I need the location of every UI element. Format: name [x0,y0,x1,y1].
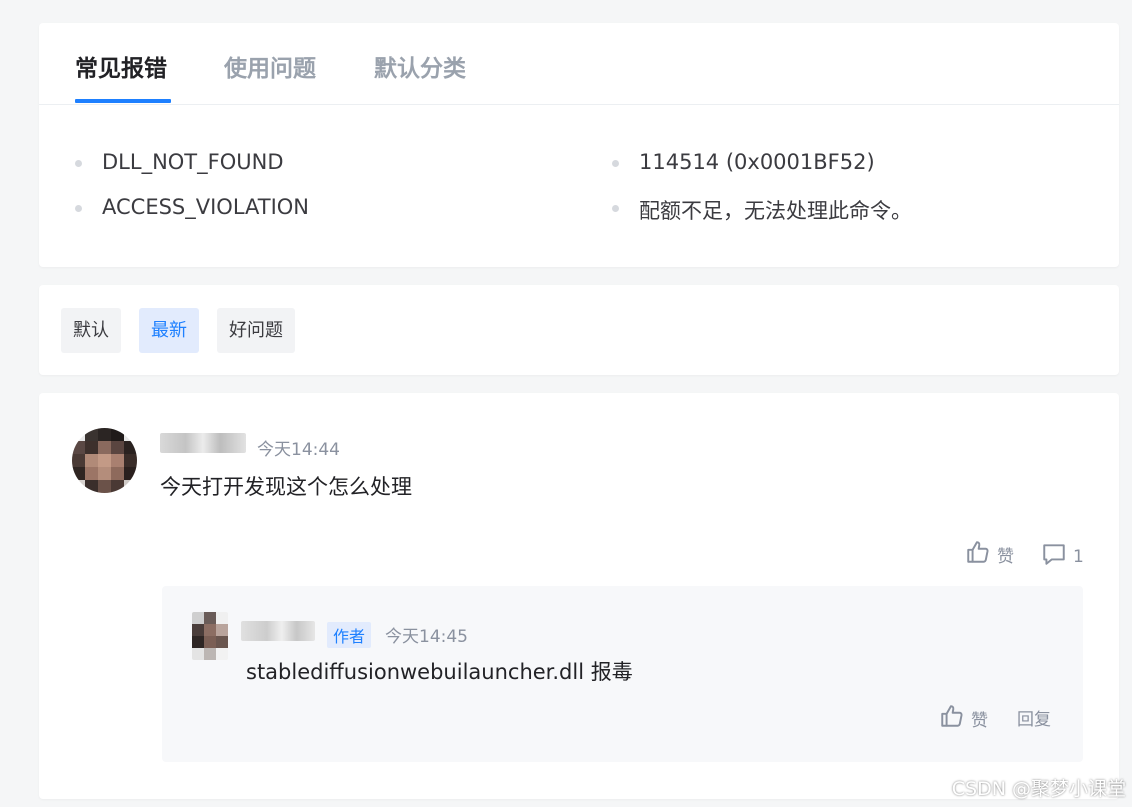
error-item[interactable]: ACCESS_VIOLATION [75,195,310,219]
comment-count-button[interactable]: 1 [1041,541,1084,572]
comment-time: 今天14:44 [257,440,340,460]
error-item[interactable]: 114514 (0x0001BF52) [612,150,875,174]
comment-card: 今天14:44 今天打开发现这个怎么处理 赞 1 作者 今天14:45 stab… [39,393,1119,799]
username-redacted[interactable] [160,433,246,453]
error-item[interactable]: 配额不足，无法处理此命令。 [612,195,912,225]
avatar[interactable] [72,428,137,493]
error-item[interactable]: DLL_NOT_FOUND [75,150,284,174]
active-tab-indicator [75,99,171,103]
reply-avatar[interactable] [192,612,228,660]
sort-latest-button[interactable]: 最新 [139,308,199,353]
watermark: CSDN @聚梦小课堂 [951,778,1126,800]
like-label: 赞 [971,711,988,731]
thumbs-up-icon [939,703,965,734]
tab-common-errors[interactable]: 常见报错 [75,49,167,83]
reply-time: 今天14:45 [385,627,468,647]
tab-default-category[interactable]: 默认分类 [374,49,466,83]
like-label: 赞 [997,547,1014,567]
sort-default-button[interactable]: 默认 [61,308,121,353]
sort-good-question-button[interactable]: 好问题 [217,308,295,353]
error-label: 配额不足，无法处理此命令。 [639,199,912,223]
reply-content: stablediffusionwebuilauncher.dll 报毒 [246,660,633,684]
category-tabs: 常见报错 使用问题 默认分类 [39,23,1119,105]
error-label: 114514 (0x0001BF52) [639,150,875,174]
like-button[interactable]: 赞 [965,539,1014,570]
error-label: ACCESS_VIOLATION [102,195,310,219]
sort-card: 默认 最新 好问题 [39,285,1119,375]
category-card: 常见报错 使用问题 默认分类 DLL_NOT_FOUND 114514 (0x0… [39,23,1119,267]
tab-usage-issues[interactable]: 使用问题 [224,49,316,83]
comment-content: 今天打开发现这个怎么处理 [160,475,412,499]
thumbs-up-icon [965,539,991,570]
bullet-dot [75,205,82,212]
comment-bubble-icon [1041,541,1067,572]
bullet-dot [612,205,619,212]
bullet-dot [75,160,82,167]
bullet-dot [612,160,619,167]
reply-count: 1 [1073,546,1084,567]
reply-like-button[interactable]: 赞 [939,703,988,734]
error-label: DLL_NOT_FOUND [102,150,284,174]
reply-button[interactable]: 回复 [1017,705,1051,730]
reply-username-redacted[interactable] [241,621,315,641]
reply-label: 回复 [1017,710,1051,730]
author-badge: 作者 [327,622,372,648]
